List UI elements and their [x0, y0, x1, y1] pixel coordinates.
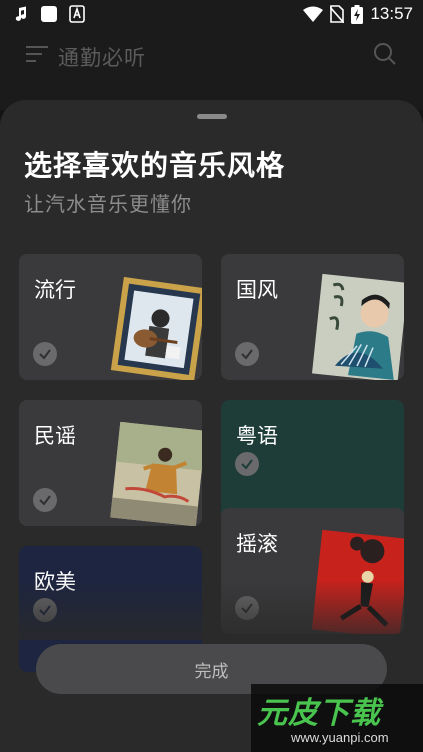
genre-card-folk[interactable]: 民谣 — [19, 400, 202, 526]
status-time: 13:57 — [370, 4, 413, 23]
unchecked-indicator-icon — [235, 342, 259, 366]
app-a-icon — [69, 5, 85, 23]
notification-square-icon — [41, 6, 57, 22]
unchecked-indicator-icon — [33, 598, 57, 622]
menu-icon[interactable] — [26, 44, 48, 64]
genre-card-guofeng[interactable]: 国风 — [221, 254, 404, 380]
watermark-url: www.yuanpi.com — [291, 730, 389, 745]
sheet-drag-handle[interactable] — [197, 114, 227, 119]
genre-label: 民谣 — [34, 424, 76, 448]
genre-label: 摇滚 — [236, 532, 278, 556]
album-cover-image — [110, 421, 202, 526]
genre-picker-sheet: 选择喜欢的音乐风格 让汽水音乐更懂你 流行 国风 民谣 粤语 摇滚 欧美 完成 — [0, 100, 423, 752]
search-icon[interactable] — [373, 42, 397, 66]
album-cover-image — [311, 529, 404, 634]
app-title: 通勤必听 — [58, 46, 146, 70]
album-cover-image — [110, 276, 202, 380]
album-cover-image — [312, 273, 404, 380]
sheet-title: 选择喜欢的音乐风格 — [24, 149, 286, 182]
sheet-subtitle: 让汽水音乐更懂你 — [24, 192, 192, 216]
watermark-logo: 元皮下载 www.yuanpi.com — [251, 684, 423, 752]
unchecked-indicator-icon — [33, 488, 57, 512]
genre-label: 欧美 — [34, 570, 76, 594]
status-bar: 13:57 — [0, 0, 423, 30]
battery-charging-icon — [351, 4, 364, 24]
watermark-logo-text: 元皮下载 — [257, 696, 381, 731]
unchecked-indicator-icon — [235, 596, 259, 620]
genre-label: 国风 — [236, 278, 278, 302]
music-note-icon — [15, 6, 27, 21]
genre-label: 流行 — [34, 278, 76, 302]
unchecked-indicator-icon — [33, 342, 57, 366]
genre-card-pop[interactable]: 流行 — [19, 254, 202, 380]
wifi-icon — [303, 6, 324, 22]
app-header: 通勤必听 — [0, 30, 423, 80]
genre-card-rock[interactable]: 摇滚 — [221, 508, 404, 634]
genre-label: 粤语 — [236, 424, 278, 448]
no-sim-icon — [330, 5, 345, 23]
unchecked-indicator-icon — [235, 452, 259, 476]
